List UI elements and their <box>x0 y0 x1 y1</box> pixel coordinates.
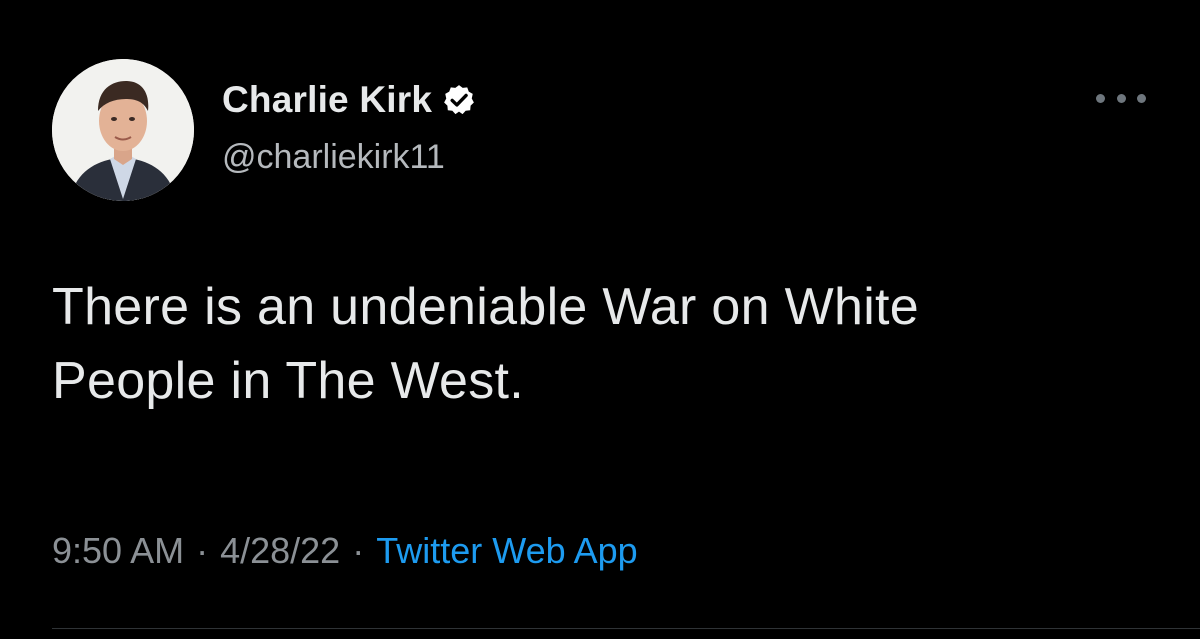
author-name-row: Charlie Kirk <box>222 76 476 124</box>
meta-separator: · <box>196 530 209 571</box>
tweet-metadata: 9:50 AM · 4/28/22 · Twitter Web App <box>52 530 638 572</box>
more-options-icon[interactable] <box>1096 86 1146 110</box>
tweet-text-line: There is an undeniable War on White <box>52 278 920 336</box>
author-avatar[interactable] <box>52 59 194 201</box>
meta-separator: · <box>352 530 365 571</box>
avatar-photo <box>52 59 194 201</box>
tweet-text: There is an undeniable War on White Peop… <box>52 270 1172 418</box>
tweet-time[interactable]: 9:50 AM <box>52 530 184 572</box>
tweet-date[interactable]: 4/28/22 <box>220 530 340 572</box>
author-handle[interactable]: @charliekirk11 <box>222 138 445 177</box>
more-dot <box>1137 93 1146 103</box>
tweet-card: Charlie Kirk @charliekirk11 There is an … <box>0 0 1200 639</box>
more-dot <box>1096 93 1105 103</box>
tweet-source-link[interactable]: Twitter Web App <box>376 530 637 572</box>
more-dot <box>1116 93 1126 103</box>
verified-badge-icon <box>442 83 476 117</box>
divider <box>52 628 1200 629</box>
author-display-name[interactable]: Charlie Kirk <box>222 79 432 121</box>
tweet-text-line: People in The West. <box>52 352 525 410</box>
